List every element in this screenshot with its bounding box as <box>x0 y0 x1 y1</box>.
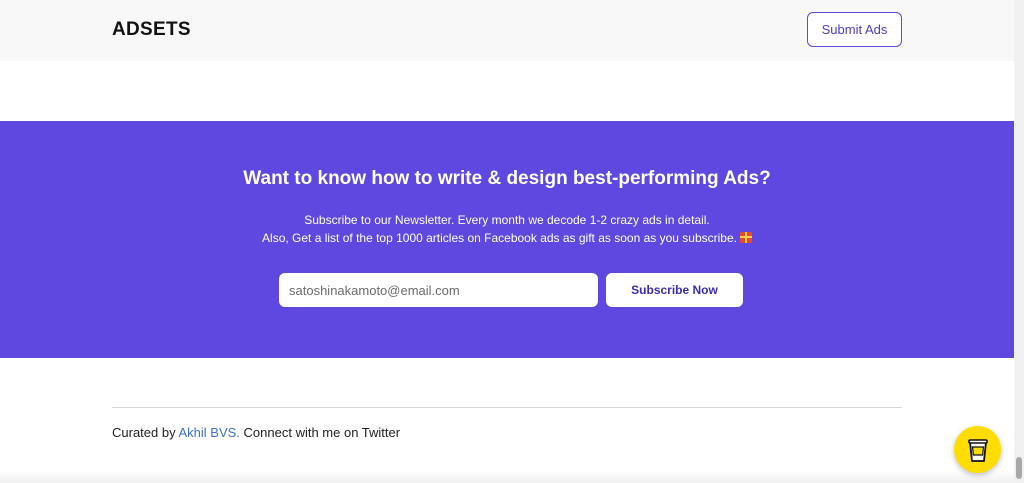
submit-ads-button[interactable]: Submit Ads <box>807 12 902 47</box>
newsletter-line-2: Also, Get a list of the top 1000 article… <box>262 231 737 245</box>
buy-me-a-coffee-button[interactable] <box>954 426 1001 473</box>
newsletter-line-2-row: Also, Get a list of the top 1000 article… <box>0 229 1014 247</box>
site-logo[interactable]: ADSETS <box>112 19 191 41</box>
gift-icon <box>739 232 752 243</box>
scrollbar-thumb[interactable] <box>1016 457 1022 479</box>
newsletter-section: Want to know how to write & design best-… <box>0 121 1014 358</box>
page: ADSETS Submit Ads Want to know how to wr… <box>0 0 1014 483</box>
author-link[interactable]: Akhil BVS. <box>179 425 240 440</box>
footer-credit: Curated by Akhil BVS. Connect with me on… <box>112 425 400 440</box>
header-bar: ADSETS Submit Ads <box>0 0 1014 61</box>
newsletter-description: Subscribe to our Newsletter. Every month… <box>0 211 1014 247</box>
email-input[interactable] <box>279 273 598 307</box>
bottom-shade <box>0 470 1014 483</box>
newsletter-line-1: Subscribe to our Newsletter. Every month… <box>304 213 710 227</box>
newsletter-heading: Want to know how to write & design best-… <box>243 168 771 189</box>
footer-suffix: Connect with me on Twitter <box>239 425 401 440</box>
subscribe-now-button[interactable]: Subscribe Now <box>606 273 743 307</box>
coffee-cup-icon <box>967 438 988 462</box>
footer-divider <box>112 407 902 408</box>
footer-prefix: Curated by <box>112 425 179 440</box>
scrollbar[interactable] <box>1014 0 1024 483</box>
